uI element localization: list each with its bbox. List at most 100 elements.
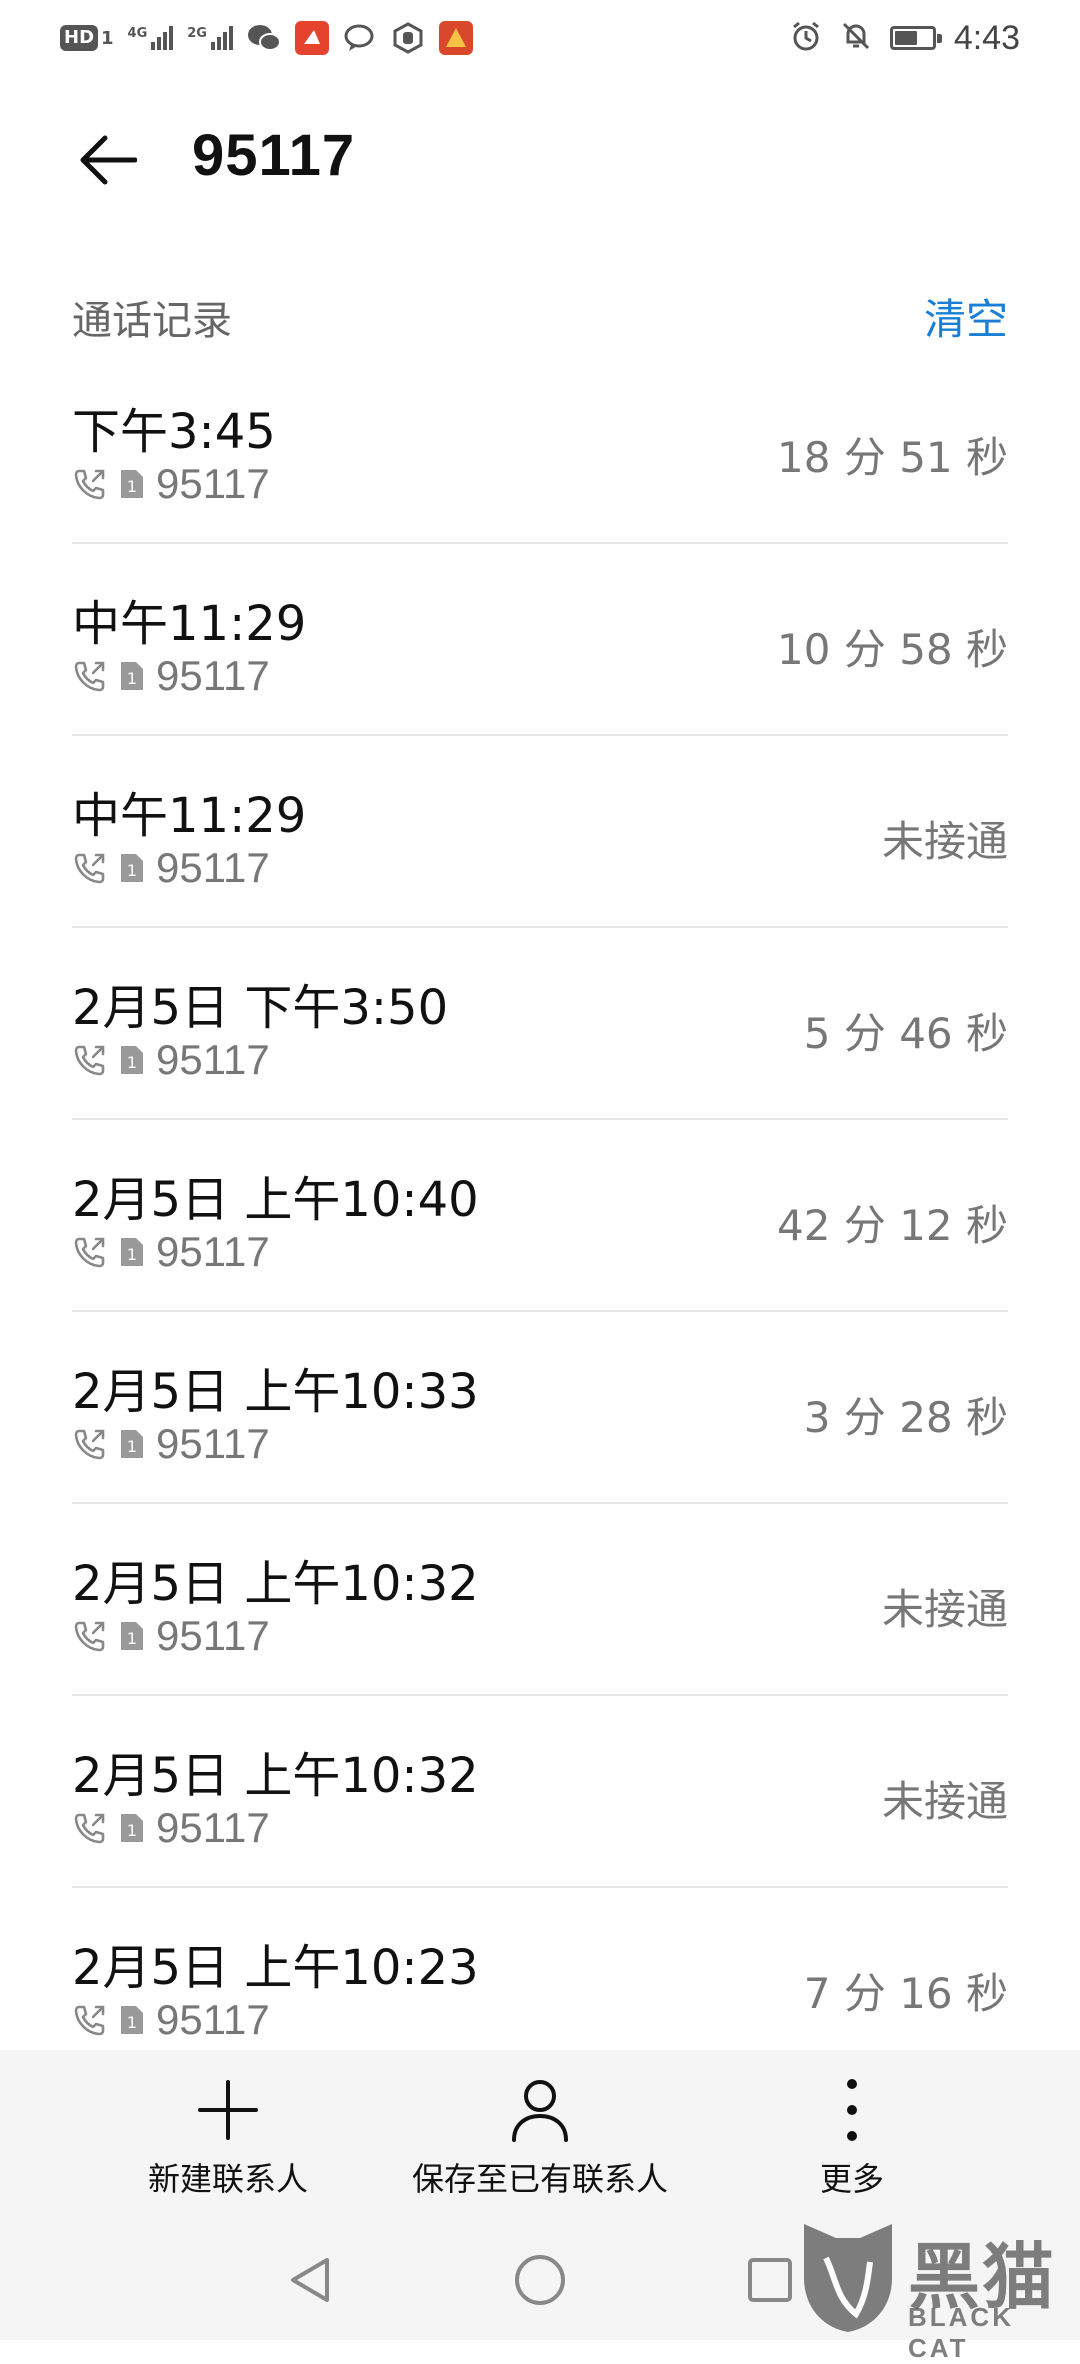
hd-voice-indicator: HD 1 [60,25,114,51]
sim-card-icon: 1 [118,1427,146,1461]
nav-home-icon [515,2255,565,2305]
cat-logo-icon [804,2224,892,2332]
clear-button[interactable]: 清空 [924,286,1008,347]
nav-back-button[interactable] [280,2250,340,2310]
watermark-sub: BLACK CAT [908,2302,1014,2363]
black-cat-watermark: 黑猫 BLACK CAT [796,2218,1066,2363]
svg-text:1: 1 [127,1437,137,1456]
call-log-row[interactable]: 2月5日 上午10:33 1 95117 3 分 28 秒 [72,1312,1008,1504]
section-title: 通话记录 [72,298,232,344]
call-log-row[interactable]: 2月5日 上午10:40 1 95117 42 分 12 秒 [72,1120,1008,1312]
call-duration: 未接通 [881,1777,1008,1826]
sim-card-icon: 1 [118,467,146,501]
call-time: 下午3:45 [72,404,276,460]
call-meta: 1 95117 [72,1804,270,1852]
call-number: 95117 [156,1612,270,1659]
call-duration: 3 分 28 秒 [803,1393,1008,1442]
outgoing-call-icon [72,658,108,694]
call-number: 95117 [156,1804,270,1851]
app-icon-red [294,21,329,55]
call-time: 2月5日 上午10:32 [72,1748,479,1804]
call-time: 2月5日 上午10:32 [72,1556,479,1612]
call-meta: 1 95117 [72,652,270,700]
svg-text:1: 1 [127,669,137,688]
call-duration: 10 分 58 秒 [777,625,1008,674]
call-log-section-header: 通话记录 清空 [72,282,1008,346]
hd-label: HD [60,25,99,51]
signal-sim1-icon: 4G [128,26,174,50]
save-to-existing-contact-button[interactable]: 保存至已有联系人 [400,2050,680,2220]
outgoing-call-icon [72,2002,108,2038]
call-time: 中午11:29 [72,596,307,652]
battery-icon [889,26,942,50]
call-duration: 5 分 46 秒 [803,1009,1008,1058]
call-log-row[interactable]: 2月5日 上午10:32 1 95117 未接通 [72,1696,1008,1888]
outgoing-call-icon [72,1810,108,1846]
call-number: 95117 [156,652,270,699]
nav-back-icon [291,2258,329,2302]
outgoing-call-icon [72,1426,108,1462]
new-contact-label: 新建联系人 [147,2160,308,2198]
signal-sim2-icon: 2G [187,26,233,50]
sim-card-icon: 1 [118,1043,146,1077]
more-vertical-icon [816,2074,888,2146]
outgoing-call-icon [72,1618,108,1654]
app-header: 95117 [0,100,1080,220]
call-duration: 7 分 16 秒 [803,1969,1008,2018]
call-log-row[interactable]: 2月5日 下午3:50 1 95117 5 分 46 秒 [72,928,1008,1120]
bottom-action-bar: 新建联系人 保存至已有联系人 更多 [0,2050,1080,2220]
status-left: HD 1 4G 2G [60,18,473,58]
person-icon [504,2074,576,2146]
call-log-row[interactable]: 2月5日 上午10:32 1 95117 未接通 [72,1504,1008,1696]
more-button[interactable]: 更多 [752,2050,952,2220]
sim1-network-label: 4G [127,26,148,41]
call-number: 95117 [156,1420,270,1467]
new-contact-button[interactable]: 新建联系人 [128,2050,328,2220]
sim2-network-label: 2G [187,26,207,41]
call-log-list: 下午3:45 1 95117 18 分 51 秒 中午11:29 1 95117… [72,352,1008,2080]
call-number: 95117 [156,460,270,507]
call-duration: 42 分 12 秒 [777,1201,1008,1250]
call-meta: 1 95117 [72,1612,270,1660]
call-meta: 1 95117 [72,1036,270,1084]
svg-text:1: 1 [127,861,137,880]
call-duration: 未接通 [881,817,1008,866]
call-time: 2月5日 上午10:33 [72,1364,479,1420]
save-to-existing-label: 保存至已有联系人 [411,2160,668,2198]
wechat-icon [247,21,281,55]
sim-card-icon: 1 [118,659,146,693]
chat-icon [343,21,377,55]
more-label: 更多 [819,2160,884,2198]
nav-recents-button[interactable] [740,2250,800,2310]
status-right: 4:43 [790,18,1020,58]
call-meta: 1 95117 [72,1420,270,1468]
call-number: 95117 [156,1996,270,2043]
call-number: 95117 [156,844,270,891]
page-title: 95117 [192,123,356,188]
outgoing-call-icon [72,1042,108,1078]
call-meta: 1 95117 [72,1228,270,1276]
call-log-row[interactable]: 中午11:29 1 95117 未接通 [72,736,1008,928]
hd-sim-label: 1 [101,27,114,49]
mute-bell-icon [840,20,872,56]
call-meta: 1 95117 [72,844,270,892]
outgoing-call-icon [72,466,108,502]
svg-text:1: 1 [127,1629,137,1648]
svg-text:1: 1 [127,2013,137,2032]
svg-text:1: 1 [127,1821,137,1840]
plus-icon [192,2074,264,2146]
outgoing-call-icon [72,850,108,886]
status-time: 4:43 [953,18,1020,57]
call-time: 2月5日 上午10:23 [72,1940,479,1996]
svg-text:1: 1 [127,477,137,496]
call-time: 中午11:29 [72,788,307,844]
alarm-icon [790,20,822,56]
nav-home-button[interactable] [510,2250,570,2310]
back-button[interactable] [72,128,142,192]
sim-card-icon: 1 [118,1619,146,1653]
call-number: 95117 [156,1228,270,1275]
call-log-row[interactable]: 中午11:29 1 95117 10 分 58 秒 [72,544,1008,736]
svg-text:1: 1 [127,1053,137,1072]
call-log-row[interactable]: 下午3:45 1 95117 18 分 51 秒 [72,352,1008,544]
hand-icon [391,21,425,55]
